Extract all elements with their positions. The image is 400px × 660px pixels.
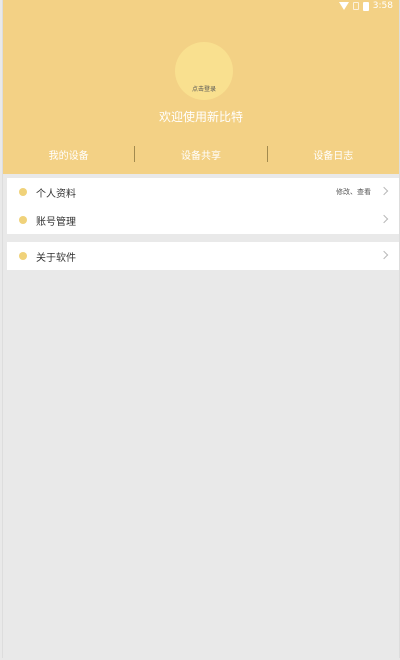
- signal-icon: [352, 2, 359, 10]
- avatar-label: 点击登录: [191, 86, 216, 93]
- menu-item-account[interactable]: 账号管理: [7, 206, 399, 234]
- chevron-right-icon: [379, 214, 389, 224]
- chevron-right-icon: [379, 186, 389, 196]
- menu-item-label: 个人资料: [36, 188, 76, 200]
- chevron-right-icon: [379, 250, 389, 260]
- menu-item-label: 关于软件: [36, 252, 76, 264]
- bullet-icon: [19, 188, 27, 196]
- avatar-login-button[interactable]: 点击登录: [175, 42, 233, 100]
- menu-item-hint: 修改、查看: [336, 188, 371, 196]
- status-time: 3:58: [372, 1, 393, 11]
- header-tabs: 我的设备 设备共享 设备日志: [3, 142, 399, 166]
- tab-my-devices[interactable]: 我的设备: [3, 147, 134, 162]
- bullet-icon: [19, 216, 27, 224]
- welcome-text: 欢迎使用新比特: [158, 110, 243, 124]
- tab-device-log[interactable]: 设备日志: [268, 147, 399, 162]
- menu-item-about[interactable]: 关于软件: [7, 242, 399, 270]
- bullet-icon: [19, 252, 27, 260]
- tab-divider: [134, 146, 136, 162]
- profile-header: 3:58 点击登录 欢迎使用新比特 我的设备 设备共享 设备日志: [3, 0, 399, 174]
- menu-item-profile[interactable]: 个人资料 修改、查看: [7, 178, 399, 206]
- wifi-icon: [338, 2, 349, 10]
- settings-card-2: 关于软件: [7, 242, 399, 270]
- menu-item-label: 账号管理: [36, 216, 76, 228]
- tab-device-sharing[interactable]: 设备共享: [135, 147, 266, 162]
- tab-divider: [266, 146, 268, 162]
- settings-card-1: 个人资料 修改、查看 账号管理: [7, 178, 399, 234]
- battery-icon: [362, 1, 369, 11]
- app-screen: 3:58 点击登录 欢迎使用新比特 我的设备 设备共享 设备日志 个人资料 修改…: [2, 0, 400, 658]
- status-bar: 3:58: [338, 0, 393, 12]
